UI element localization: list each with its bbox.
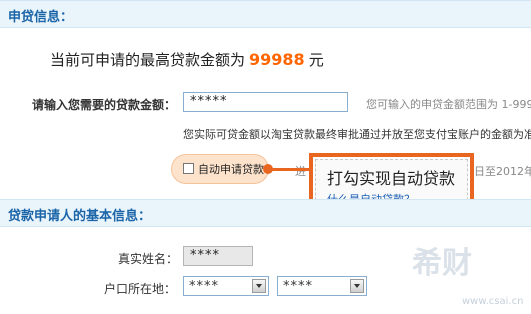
chevron-down-icon[interactable]	[350, 279, 364, 293]
max-loan-prefix: 当前可申请的最高贷款金额为	[50, 51, 246, 69]
real-name-input: ****	[183, 246, 253, 266]
section-header-loan-info: 申贷信息：	[0, 0, 531, 28]
auto-apply-date-text: 日至2012年	[474, 165, 531, 178]
watermark-url: www.csai.cn	[462, 296, 524, 307]
callout-connector-dot	[263, 164, 273, 174]
city-select[interactable]: ****	[277, 276, 367, 296]
max-loan-unit: 元	[308, 51, 324, 69]
chevron-down-icon[interactable]	[252, 279, 266, 293]
auto-apply-trailing-fragment: 进	[295, 165, 306, 178]
loan-amount-range-hint: 您可输入的申贷金额范围为 1-9998	[366, 98, 531, 111]
auto-apply-label[interactable]: 自动申请贷款	[198, 161, 264, 177]
max-loan-amount: 99988	[249, 50, 305, 69]
max-loan-headline: 当前可申请的最高贷款金额为 99988 元	[50, 49, 324, 70]
loan-amount-label: 请输入您需要的贷款金额：	[32, 98, 177, 112]
loan-amount-input[interactable]: *****	[183, 92, 348, 112]
watermark-logo: 希财	[412, 246, 472, 281]
section-title-applicant-info: 贷款申请人的基本信息：	[8, 209, 152, 224]
hukou-label: 户口所在地：	[104, 282, 177, 296]
real-name-label: 真实姓名：	[118, 252, 179, 266]
province-select-value: ****	[189, 279, 219, 294]
loan-amount-note: 您实际可贷金额以淘宝贷款最终审批通过并放至您支付宝账户的金额为准	[183, 128, 531, 141]
callout-title: 打勾实现自动贷款	[327, 169, 456, 188]
section-header-applicant-info: 贷款申请人的基本信息：	[0, 199, 531, 227]
auto-apply-checkbox[interactable]	[183, 163, 194, 174]
section-title-loan-info: 申贷信息：	[8, 10, 74, 25]
city-select-value: ****	[283, 279, 313, 294]
province-select[interactable]: ****	[183, 276, 269, 296]
